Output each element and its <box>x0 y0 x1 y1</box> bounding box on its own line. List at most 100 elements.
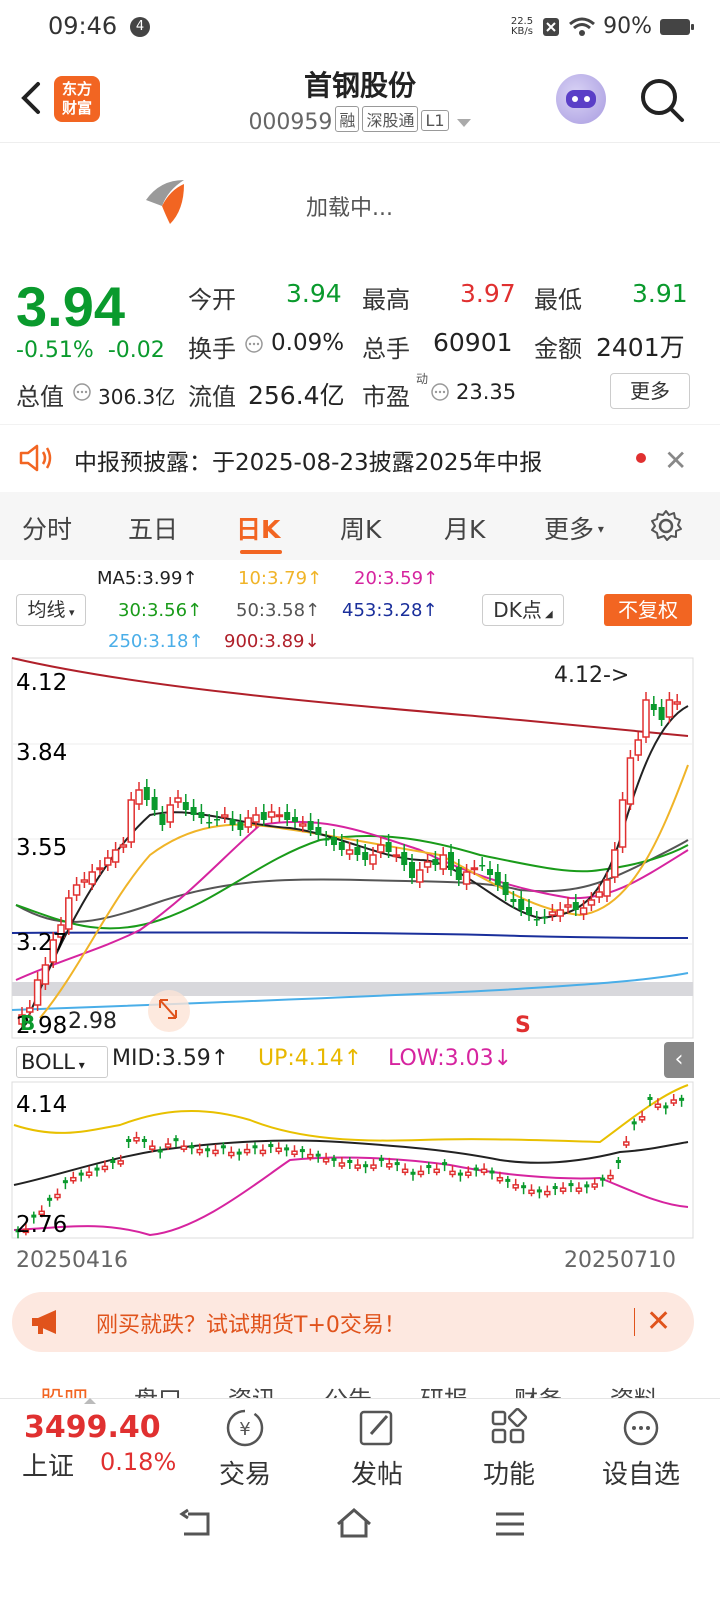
collapse-icon[interactable]: ‹ <box>664 1042 694 1078</box>
ma20-legend: 20:3.59↑ <box>354 568 439 589</box>
candle-body <box>212 1149 219 1155</box>
candle-body <box>284 812 291 820</box>
expand-up-icon[interactable] <box>84 1398 96 1404</box>
stock-code-row[interactable]: 000959 融深股通 L1 <box>0 106 720 135</box>
candle-body <box>587 899 596 906</box>
ma5-legend: MA5:3.99↑ <box>97 568 198 589</box>
stock-code: 000959 <box>248 110 333 135</box>
low-label: 最低 <box>534 286 582 314</box>
tab-monthly-k[interactable]: 月K <box>444 510 485 546</box>
kline-chart[interactable]: 4.12 3.84 3.55 3.27 2.98 4.12-> 2.98 B S <box>0 640 720 1040</box>
tab-five-day[interactable]: 五日 <box>128 510 178 546</box>
index-change[interactable]: 0.18% <box>100 1448 176 1476</box>
candle-body <box>104 857 112 866</box>
candle-body <box>275 1147 282 1153</box>
candle-body <box>206 822 213 824</box>
index-name[interactable]: 上证 <box>22 1446 74 1483</box>
assistant-avatar[interactable] <box>556 74 606 124</box>
header-divider <box>0 142 720 143</box>
low-value: 3.91 <box>632 279 688 308</box>
candle-body <box>487 869 493 875</box>
candle-body <box>72 884 81 896</box>
close-icon[interactable]: ✕ <box>646 1304 671 1339</box>
boll-y-label-bottom: 2.76 <box>16 1212 67 1238</box>
candle-body <box>252 814 260 823</box>
boll-low: LOW:3.03↓ <box>388 1046 513 1071</box>
more-button[interactable]: 更多 <box>610 373 690 409</box>
speaker-icon <box>19 444 52 472</box>
candle-body <box>338 1162 346 1167</box>
candle-body <box>528 1189 535 1195</box>
sim-x-icon <box>543 17 560 36</box>
candle-body <box>331 1157 337 1161</box>
current-price: 3.94 <box>16 275 125 338</box>
boll-y-label-top: 4.14 <box>16 1092 67 1118</box>
tab-daily-k[interactable]: 日K <box>236 510 280 546</box>
grid-icon <box>491 1408 528 1444</box>
candle-body <box>568 1183 574 1187</box>
candle-body <box>642 699 650 738</box>
promo-text[interactable]: 刚买就跌？试试期货T+0交易！ <box>96 1307 406 1339</box>
tab-intraday[interactable]: 分时 <box>22 510 72 546</box>
gear-icon[interactable] <box>648 508 684 544</box>
amount-value: 2401万 <box>596 333 685 362</box>
dk-point-button[interactable]: DK点 ◢ <box>482 594 564 626</box>
info-icon[interactable] <box>244 334 264 354</box>
loading-logo-icon <box>146 180 184 224</box>
candle-body <box>127 799 135 843</box>
index-value[interactable]: 3499.40 <box>24 1410 161 1445</box>
candle-body <box>658 707 665 720</box>
candle-body <box>96 867 104 871</box>
candle-body <box>85 1171 93 1176</box>
mktcap-value: 306.3亿 <box>98 385 176 409</box>
add-watchlist-button[interactable]: 设自选 <box>596 1408 686 1491</box>
candle-body <box>141 1139 147 1142</box>
nav-home-icon[interactable] <box>334 1506 374 1540</box>
high-value: 3.97 <box>460 279 516 308</box>
candle-body <box>417 1170 425 1176</box>
candle-body <box>544 1190 551 1196</box>
candle-body <box>88 871 96 885</box>
stock-name[interactable]: 首钢股份 <box>0 64 720 104</box>
boll-chart[interactable]: 4.14 2.76 <box>0 1080 720 1240</box>
candle-body <box>307 821 314 830</box>
info-icon[interactable] <box>430 382 450 402</box>
candle-body <box>214 819 220 821</box>
candle-body <box>457 1172 463 1176</box>
mktcap-label: 总值 <box>16 383 64 411</box>
tab-more[interactable]: 更多 ▾ <box>544 510 604 546</box>
functions-button[interactable]: 功能 <box>464 1408 554 1491</box>
post-button[interactable]: 发帖 <box>332 1408 422 1491</box>
trade-button[interactable]: ¥ 交易 <box>200 1408 290 1491</box>
candle-body <box>663 1105 669 1109</box>
candle-body <box>650 704 657 710</box>
notice-text[interactable]: 中报预披露：于2025-08-23披露2025年中报 <box>74 443 542 477</box>
candle-body <box>243 1148 251 1154</box>
boll-mid: MID:3.59↑ <box>112 1046 230 1071</box>
close-icon[interactable]: ✕ <box>664 444 687 477</box>
promo-separator <box>634 1308 635 1336</box>
turnover-label: 换手 <box>188 335 236 363</box>
candle-body <box>401 852 408 865</box>
candle-body <box>159 814 166 825</box>
search-icon[interactable] <box>638 76 686 124</box>
candle-body <box>556 909 564 917</box>
candle-body <box>455 867 462 880</box>
unread-dot <box>636 453 646 463</box>
yen-coin-icon: ¥ <box>226 1409 264 1447</box>
indicator-select[interactable]: 均线 ▾ <box>16 594 86 626</box>
candle-body <box>229 819 236 825</box>
candle-body <box>670 1099 677 1104</box>
candle-body <box>275 814 284 818</box>
nav-back-icon[interactable] <box>178 1508 214 1540</box>
candle-body <box>117 1160 124 1165</box>
adjust-type-button[interactable]: 不复权 <box>604 594 692 626</box>
info-icon[interactable] <box>72 382 92 402</box>
price-change: -0.51% -0.02 <box>16 338 165 363</box>
nav-menu-icon[interactable] <box>494 1510 526 1538</box>
candle-body <box>392 854 401 858</box>
min-annotation: 2.98 <box>68 1009 117 1034</box>
candle-body <box>62 1180 68 1184</box>
tab-weekly-k[interactable]: 周K <box>340 510 381 546</box>
boll-select[interactable]: BOLL ▾ <box>16 1046 108 1078</box>
